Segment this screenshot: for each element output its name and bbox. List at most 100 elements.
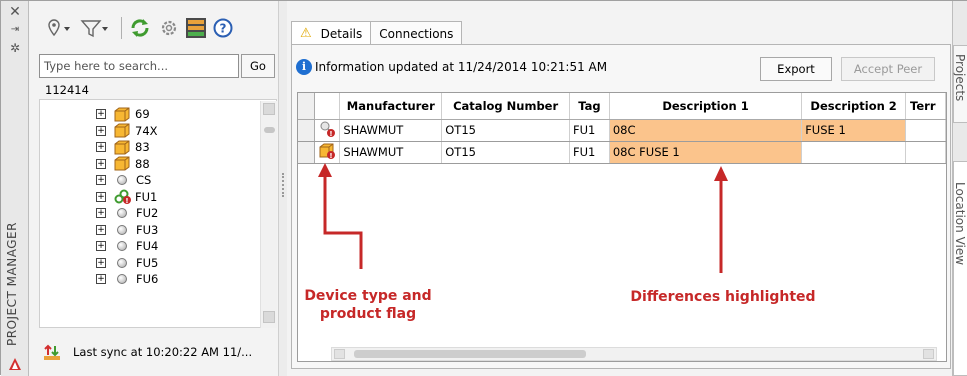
expand-icon[interactable]: + (96, 109, 106, 119)
sync-status: Last sync at 10:20:22 AM 11/... (43, 343, 252, 361)
tree-item-label: FU5 (136, 255, 159, 270)
tree-item[interactable]: + FU2 (96, 205, 158, 221)
tree-item-label: 83 (135, 140, 150, 154)
tree-item-label: 74X (135, 123, 158, 138)
close-icon[interactable]: ✕ (8, 5, 22, 19)
expand-icon[interactable]: + (96, 274, 106, 284)
toolbar-separator (121, 17, 122, 39)
tree-item-label: FU6 (136, 272, 159, 286)
project-tree: +69 +74X +83 +88 + CS +! FU1 + FU2 + FU3 + FU4 + FU5 + FU… (39, 99, 277, 328)
tree-item[interactable]: + CS (96, 172, 151, 188)
annotation-differences: Differences highlighted (630, 289, 816, 305)
circle-icon (117, 257, 127, 268)
tree-item[interactable]: +83 (96, 139, 150, 155)
panel-layout-icon[interactable] (184, 15, 208, 41)
scroll-left-arrow-icon[interactable] (334, 349, 345, 359)
location-marker-icon[interactable] (43, 15, 73, 41)
linked-flag-icon: ! (114, 189, 131, 205)
svg-text:!: ! (125, 197, 128, 205)
project-name: 112414 (45, 83, 89, 97)
info-text: Information updated at 11/24/2014 10:21:… (315, 60, 608, 74)
expand-icon[interactable]: + (96, 158, 106, 169)
circle-icon (117, 241, 127, 251)
tab-connections[interactable]: Connections (370, 21, 463, 45)
tab-projects[interactable]: Projects (953, 45, 967, 123)
details-panel: ⚠ Details Connections i Information upda… (287, 1, 952, 376)
tree-item-label: CS (136, 173, 152, 187)
project-manager-strip: ✕ ⇥ ✲ PROJECT MANAGER (1, 1, 29, 376)
expand-icon[interactable]: + (96, 224, 106, 235)
device-box-icon (114, 107, 130, 122)
tab-location-view-label: Location View (953, 182, 967, 266)
svg-text:?: ? (220, 22, 227, 36)
tab-details-label: Details (320, 26, 363, 41)
sync-text: Last sync at 10:20:22 AM 11/... (73, 345, 253, 359)
scroll-right-arrow-icon[interactable] (923, 349, 934, 359)
circle-icon (117, 224, 127, 235)
export-button[interactable]: Export (760, 57, 832, 81)
expand-icon[interactable]: + (96, 175, 106, 185)
tab-details[interactable]: ⚠ Details (291, 21, 372, 45)
scroll-down-arrow-icon[interactable] (263, 311, 275, 323)
tree-item[interactable]: + FU6 (96, 271, 158, 287)
tree-item[interactable]: + FU5 (96, 255, 158, 271)
tree-item[interactable]: +88 (96, 156, 150, 172)
tree-item-label: FU3 (136, 222, 159, 237)
scroll-up-arrow-icon[interactable] (263, 103, 275, 115)
tree-item[interactable]: +69 (96, 106, 150, 122)
circle-icon (117, 274, 127, 284)
project-manager-panel: ? Type here to search... Go 112414 +69 +7… (29, 1, 279, 376)
tree-item[interactable]: + FU4 (96, 238, 158, 254)
filter-icon[interactable] (79, 15, 111, 41)
tab-connections-label: Connections (379, 26, 454, 41)
scroll-thumb[interactable] (354, 350, 586, 358)
annotation-arrow-left (323, 169, 363, 269)
tab-projects-label: Projects (953, 54, 967, 102)
tree-item-label: FU4 (136, 239, 159, 253)
expand-icon[interactable]: + (96, 125, 106, 136)
accept-peer-button[interactable]: Accept Peer (841, 57, 935, 81)
tree-item-label: FU2 (136, 206, 159, 220)
tree-item-label: FU1 (135, 189, 158, 204)
autodesk-logo-icon (9, 358, 21, 370)
details-grid: Manufacturer Catalog Number Tag Descript… (297, 92, 947, 362)
expand-icon[interactable]: + (96, 142, 106, 152)
tab-bar: ⚠ Details Connections (291, 21, 463, 45)
annotation-arrowhead-right (714, 166, 728, 181)
settings-icon[interactable]: ✲ (8, 41, 22, 55)
scroll-thumb[interactable] (264, 127, 275, 133)
tree-item[interactable]: +74X (96, 123, 158, 139)
side-tabs: Projects Location View (952, 1, 967, 376)
expand-icon[interactable]: + (96, 191, 106, 202)
tree-item-label: 69 (135, 107, 150, 121)
device-box-icon (114, 123, 130, 138)
tree-item[interactable]: +! FU1 (96, 189, 157, 205)
info-icon: i (296, 59, 312, 75)
device-box-icon (114, 140, 130, 155)
app-window: ✕ ⇥ ✲ PROJECT MANAGER ? Type here to sea… (0, 0, 967, 376)
panel-splitter[interactable] (279, 1, 287, 376)
expand-icon[interactable]: + (96, 257, 106, 268)
circle-icon (117, 175, 127, 185)
expand-icon[interactable]: + (96, 208, 106, 218)
search-input[interactable]: Type here to search... (39, 54, 239, 78)
device-box-icon (114, 156, 130, 171)
details-content: i Information updated at 11/24/2014 10:2… (291, 44, 951, 369)
go-button[interactable]: Go (241, 54, 275, 78)
annotation-device-flag: Device type and product flag (304, 288, 432, 322)
annotation-arrowhead-left (318, 163, 332, 177)
help-icon[interactable]: ? (211, 15, 235, 41)
refresh-icon[interactable] (127, 15, 153, 41)
tab-location-view[interactable]: Location View (953, 161, 967, 376)
grid-horizontal-scrollbar[interactable] (331, 347, 937, 361)
tree-scrollbar[interactable] (260, 101, 277, 328)
tree-item[interactable]: + FU3 (96, 222, 158, 238)
splitter-grip[interactable] (282, 173, 284, 197)
circle-icon (117, 208, 127, 218)
expand-icon[interactable]: + (96, 241, 106, 251)
pin-icon[interactable]: ⇥ (8, 23, 22, 37)
gear-icon[interactable] (157, 15, 181, 41)
project-manager-title: PROJECT MANAGER (5, 222, 19, 346)
project-toolbar: ? (39, 7, 277, 47)
sync-icon[interactable] (43, 343, 61, 361)
